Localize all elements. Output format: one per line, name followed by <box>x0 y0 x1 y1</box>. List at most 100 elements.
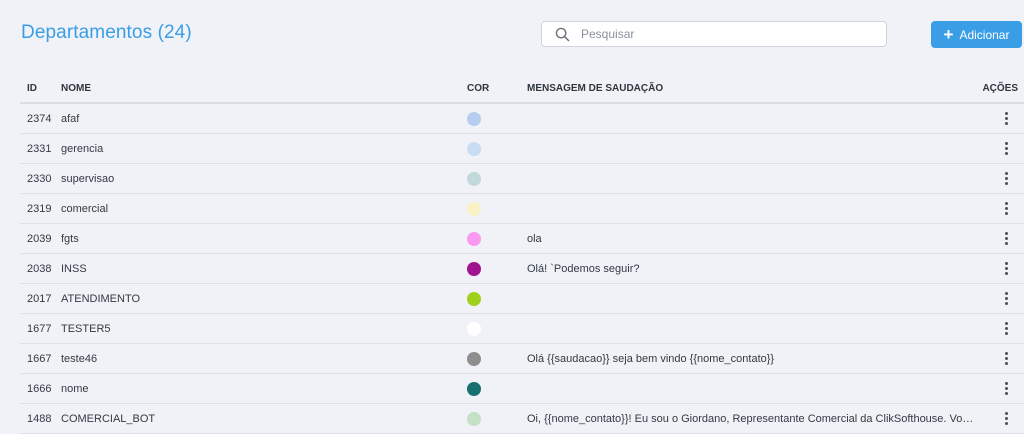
row-id: 2038 <box>20 253 54 284</box>
table-row[interactable]: 2017 ATENDIMENTO <box>20 283 1024 314</box>
column-header-mensagem[interactable]: MENSAGEM DE SAUDAÇÃO <box>520 74 974 104</box>
add-button-label: Adicionar <box>959 27 1010 42</box>
page-header: Departamentos (24) + Adicionar <box>0 0 1024 70</box>
more-options-icon[interactable] <box>1005 172 1008 185</box>
row-cor <box>460 163 520 194</box>
row-acoes <box>974 193 1024 224</box>
color-swatch <box>467 381 481 396</box>
row-nome: TESTER5 <box>54 313 460 344</box>
row-mensagem: Olá! `Podemos seguir? <box>520 253 974 284</box>
color-swatch <box>467 321 481 336</box>
row-nome: gerencia <box>54 133 460 164</box>
row-nome: nome <box>54 373 460 404</box>
row-id: 2330 <box>20 163 54 194</box>
table-row[interactable]: 2038 INSS Olá! `Podemos seguir? <box>20 253 1024 284</box>
add-button[interactable]: + Adicionar <box>931 21 1022 48</box>
row-cor <box>460 283 520 314</box>
row-acoes <box>974 223 1024 254</box>
row-cor <box>460 343 520 374</box>
row-id: 2374 <box>20 103 54 134</box>
table-row[interactable]: 2039 fgts ola <box>20 223 1024 254</box>
row-acoes <box>974 163 1024 194</box>
more-options-icon[interactable] <box>1005 352 1008 365</box>
more-options-icon[interactable] <box>1005 412 1008 425</box>
row-id: 2319 <box>20 193 54 224</box>
row-acoes <box>974 373 1024 404</box>
row-acoes <box>974 253 1024 284</box>
table-row[interactable]: 1677 TESTER5 <box>20 313 1024 344</box>
color-swatch <box>467 171 481 186</box>
color-swatch <box>467 411 481 426</box>
column-header-acoes: AÇÕES <box>974 74 1024 104</box>
more-options-icon[interactable] <box>1005 232 1008 245</box>
row-cor <box>460 313 520 344</box>
row-cor <box>460 193 520 224</box>
row-acoes <box>974 103 1024 134</box>
row-nome: COMERCIAL_BOT <box>54 403 460 434</box>
more-options-icon[interactable] <box>1005 292 1008 305</box>
row-id: 1667 <box>20 343 54 374</box>
row-mensagem <box>520 163 974 194</box>
departments-table: ID NOME COR MENSAGEM DE SAUDAÇÃO AÇÕES 2… <box>20 74 1024 434</box>
row-nome: fgts <box>54 223 460 254</box>
row-nome: supervisao <box>54 163 460 194</box>
row-mensagem <box>520 373 974 404</box>
table-body: 2374 afaf 2331 gerencia 2330 supervisao 2319 co… <box>20 103 1024 434</box>
color-swatch <box>467 231 481 246</box>
more-options-icon[interactable] <box>1005 112 1008 125</box>
table-row[interactable]: 2330 supervisao <box>20 163 1024 194</box>
row-nome: INSS <box>54 253 460 284</box>
row-nome: teste46 <box>54 343 460 374</box>
color-swatch <box>467 111 481 126</box>
column-header-cor[interactable]: COR <box>460 74 520 104</box>
search-box[interactable] <box>541 21 887 47</box>
color-swatch <box>467 351 481 366</box>
row-mensagem <box>520 193 974 224</box>
more-options-icon[interactable] <box>1005 202 1008 215</box>
plus-icon: + <box>943 25 954 44</box>
color-swatch <box>467 201 481 216</box>
row-acoes <box>974 343 1024 374</box>
row-acoes <box>974 403 1024 434</box>
row-id: 2039 <box>20 223 54 254</box>
page-title: Departamentos (24) <box>21 22 192 43</box>
row-acoes <box>974 313 1024 344</box>
table-row[interactable]: 1667 teste46 Olá {{saudacao}} seja bem vin… <box>20 343 1024 374</box>
row-cor <box>460 403 520 434</box>
more-options-icon[interactable] <box>1005 382 1008 395</box>
table-row[interactable]: 1488 COMERCIAL_BOT Oi, {{nome_contato}}! E… <box>20 403 1024 434</box>
column-header-nome[interactable]: NOME <box>54 74 460 104</box>
row-cor <box>460 253 520 284</box>
row-nome: comercial <box>54 193 460 224</box>
table-row[interactable]: 1666 nome <box>20 373 1024 404</box>
row-nome: afaf <box>54 103 460 134</box>
more-options-icon[interactable] <box>1005 142 1008 155</box>
row-mensagem <box>520 283 974 314</box>
search-icon <box>555 27 570 41</box>
table-row[interactable]: 2319 comercial <box>20 193 1024 224</box>
more-options-icon[interactable] <box>1005 262 1008 275</box>
row-mensagem: Oi, {{nome_contato}}! Eu sou o Giordano,… <box>520 403 974 434</box>
column-header-id[interactable]: ID <box>20 74 54 104</box>
row-id: 1666 <box>20 373 54 404</box>
row-id: 1488 <box>20 403 54 434</box>
search-input[interactable] <box>579 26 863 42</box>
row-nome: ATENDIMENTO <box>54 283 460 314</box>
color-swatch <box>467 261 481 276</box>
table-header-row: ID NOME COR MENSAGEM DE SAUDAÇÃO AÇÕES <box>20 74 1024 104</box>
row-cor <box>460 133 520 164</box>
table-row[interactable]: 2331 gerencia <box>20 133 1024 164</box>
row-mensagem: ola <box>520 223 974 254</box>
color-swatch <box>467 141 481 156</box>
row-acoes <box>974 283 1024 314</box>
color-swatch <box>467 291 481 306</box>
row-cor <box>460 373 520 404</box>
row-mensagem: Olá {{saudacao}} seja bem vindo {{nome_c… <box>520 343 974 374</box>
row-mensagem <box>520 133 974 164</box>
row-id: 2331 <box>20 133 54 164</box>
row-mensagem <box>520 313 974 344</box>
table-row[interactable]: 2374 afaf <box>20 103 1024 134</box>
row-id: 2017 <box>20 283 54 314</box>
more-options-icon[interactable] <box>1005 322 1008 335</box>
row-mensagem <box>520 103 974 134</box>
